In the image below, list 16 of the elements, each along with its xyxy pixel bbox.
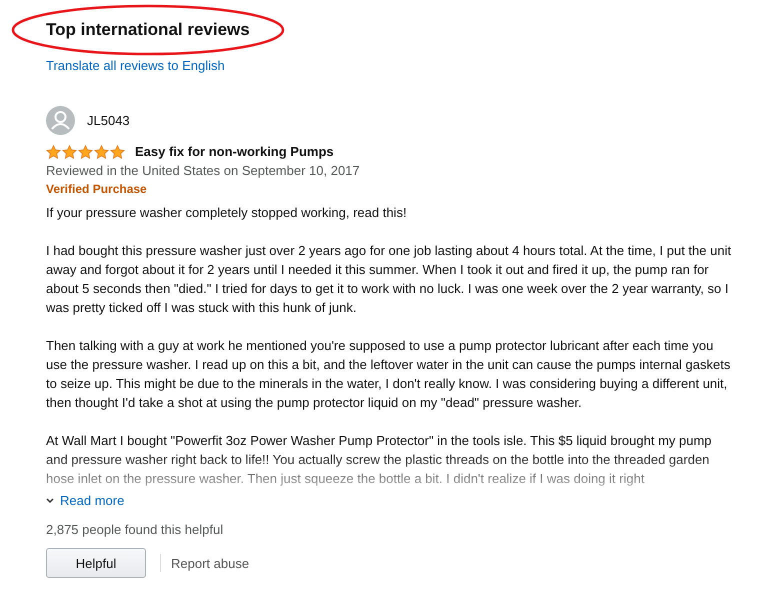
review-paragraph: If your pressure washer completely stopped working, read this!: [46, 204, 408, 222]
read-more-link[interactable]: Read more: [46, 491, 124, 510]
section-heading: Top international reviews: [46, 20, 250, 38]
translate-link[interactable]: Translate all reviews to English: [46, 56, 225, 75]
review-paragraph: Then talking with a guy at work he mentioned you're supposed to use a pump protector lubricant after each time you use the pressure washer. I read up on this a bit, and the leftover water in the unit can cause the pumps internal gaskets to seize up. This might be due to the minerals in the water, I don't really know. I was considering buying a different unit, then thought I'd take a shot at using the pump protector liquid on my "dead" pressure washer.: [46, 337, 732, 412]
helpful-button[interactable]: Helpful: [46, 548, 146, 578]
review-paragraph: At Wall Mart I bought "Powerfit 3oz Power Washer Pump Protector" in the tools isle. This $5 liquid brought my pump and pressure washer right back to life!! You actually screw the plastic threads on the bottle into the threaded garden hose inlet on the pressure washer. Then just squeeze the bottle a bit. I didn't realize if I was doing it right: [46, 432, 713, 488]
verified-purchase-label: Verified Purchase: [46, 181, 148, 198]
author-name: JL5043: [87, 112, 130, 130]
chevron-down-icon: [46, 498, 54, 504]
review-date: Reviewed in the United States on September 10, 2017: [46, 162, 361, 180]
review-paragraph: I had bought this pressure washer just over 2 years ago for one job lasting about 4 hours total. At the time, I put the unit away and forgot about it for 2 years until I needed it this summer. When I took it out and fired it up, the pump ran for about 5 seconds then "died." I tried for days to get it to work with no luck. I was one week over the 2 year warranty, so I was pretty ticked off I was stuck with this hunk of junk.: [46, 242, 732, 317]
report-abuse-link[interactable]: Report abuse: [171, 554, 250, 572]
review-title: Easy fix for non-working Pumps: [135, 143, 334, 161]
helpful-count: 2,875 people found this helpful: [46, 521, 224, 539]
avatar-icon: [46, 106, 75, 135]
